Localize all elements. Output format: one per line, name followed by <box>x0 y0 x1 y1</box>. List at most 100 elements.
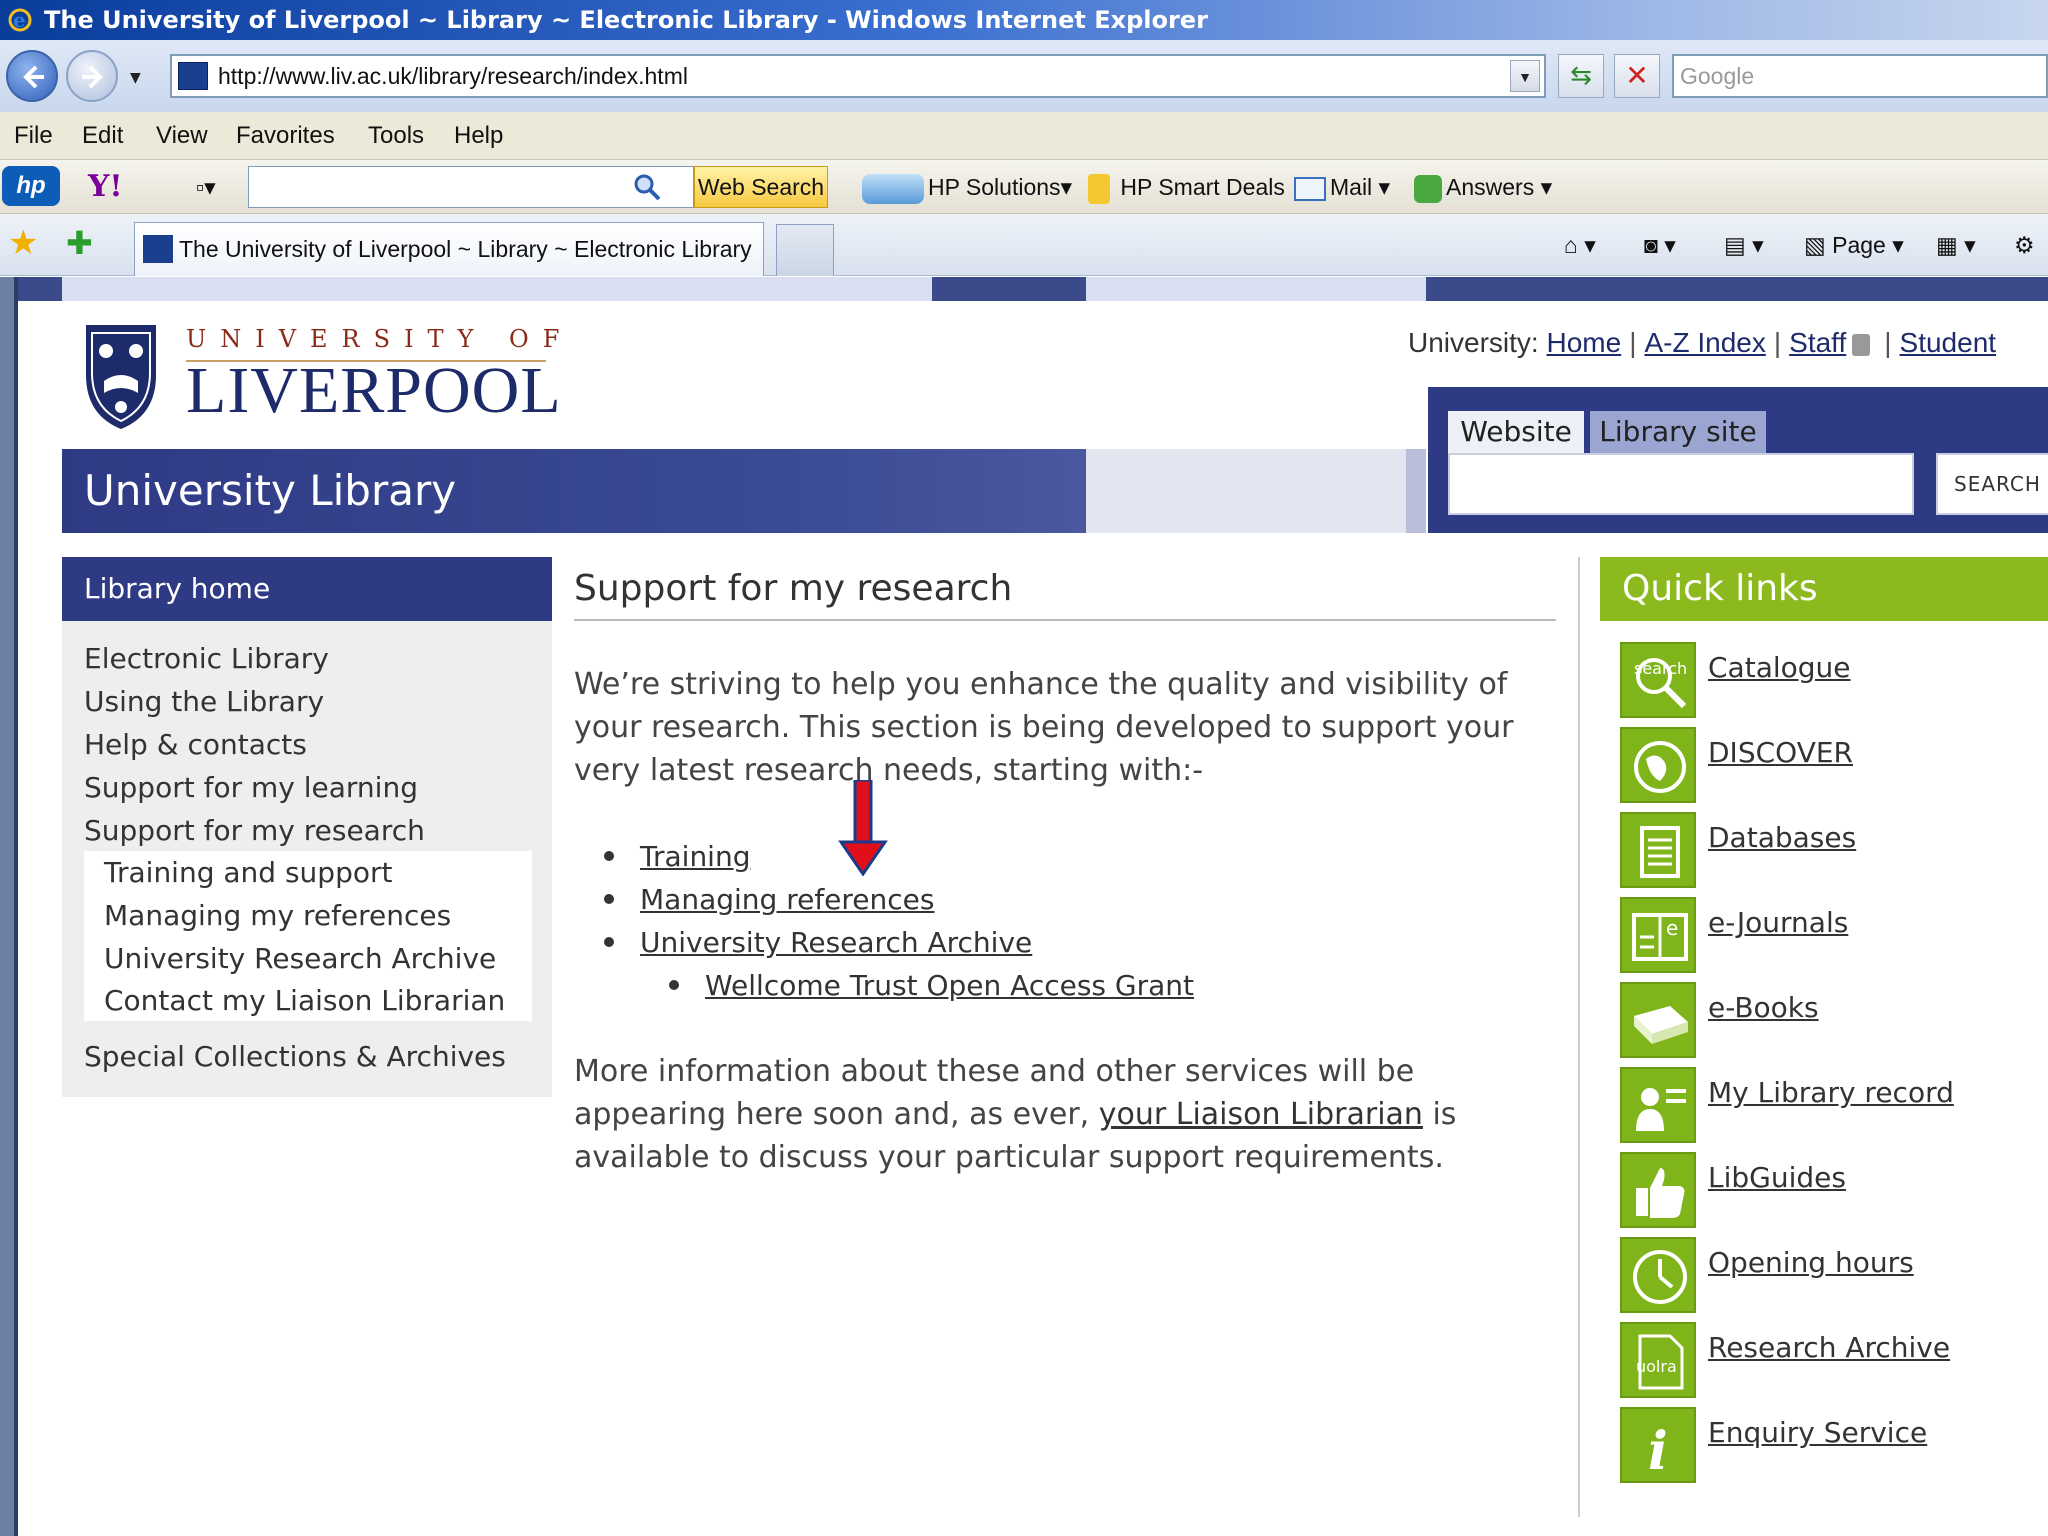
quick-link-e-journals[interactable]: e e-Journals <box>1620 897 2048 973</box>
person-icon <box>1620 1067 1696 1143</box>
hp-solutions-icon <box>862 173 924 204</box>
subnav-contact-liaison[interactable]: Contact my Liaison Librarian <box>104 981 505 1021</box>
nav-using-the-library[interactable]: Using the Library <box>84 682 324 722</box>
url-input[interactable]: http://www.liv.ac.uk/library/research/in… <box>170 54 1546 98</box>
home-icon: ⌂ <box>1564 232 1578 258</box>
quick-link-label[interactable]: Databases <box>1708 818 1856 858</box>
search-tab-website[interactable]: Website <box>1448 411 1584 453</box>
safety-command[interactable]: ▦ ▾ <box>1936 226 1976 264</box>
link-training[interactable]: Training <box>640 840 750 873</box>
subnav-research-archive[interactable]: University Research Archive <box>104 939 496 979</box>
link-staff[interactable]: Staff <box>1789 327 1846 358</box>
nav-support-learning[interactable]: Support for my learning <box>84 768 418 808</box>
nav-electronic-library[interactable]: Electronic Library <box>84 639 329 679</box>
add-favorite-icon[interactable]: ✚ <box>66 226 93 260</box>
home-command[interactable]: ⌂ ▾ <box>1564 226 1596 264</box>
site-search-button[interactable]: SEARCH <box>1936 453 2048 515</box>
quick-link-label[interactable]: e-Books <box>1708 988 1819 1028</box>
favorites-star-icon[interactable]: ★ <box>8 226 38 260</box>
intro-paragraph: We’re striving to help you enhance the q… <box>574 667 1514 788</box>
site-search-panel: Website Library site SEARCH <box>1428 387 2048 533</box>
clock-icon <box>1620 1237 1696 1313</box>
quick-link-label[interactable]: Enquiry Service <box>1708 1413 1927 1453</box>
nav-library-home[interactable]: Library home <box>62 557 552 621</box>
quick-link-label[interactable]: e-Journals <box>1708 903 1848 943</box>
quick-link-catalogue[interactable]: search Catalogue <box>1620 642 2048 718</box>
menu-view[interactable]: View <box>156 112 208 160</box>
quick-link-label[interactable]: LibGuides <box>1708 1158 1846 1198</box>
stop-button[interactable]: ✕ <box>1614 54 1660 98</box>
link-managing-references[interactable]: Managing references <box>640 883 934 916</box>
quick-link-my-library-record[interactable]: My Library record <box>1620 1067 2048 1143</box>
tools-command[interactable]: ⚙ <box>2014 226 2035 264</box>
search-tab-library-site[interactable]: Library site <box>1590 411 1766 453</box>
outro-paragraph: More information about these and other s… <box>574 1054 1457 1175</box>
feeds-command[interactable]: ◙ ▾ <box>1644 226 1676 264</box>
page-icon: ▧ <box>1804 232 1826 258</box>
link-wellcome-trust-grant[interactable]: Wellcome Trust Open Access Grant <box>705 969 1194 1002</box>
arrow-left-icon <box>23 65 44 89</box>
quick-link-opening-hours[interactable]: Opening hours <box>1620 1237 2048 1313</box>
forward-button[interactable] <box>66 50 118 102</box>
browser-tab-active[interactable]: The University of Liverpool ~ Library ~ … <box>134 222 764 276</box>
new-tab-button[interactable] <box>776 224 834 276</box>
hp-solutions-menu[interactable]: HP Solutions▾ <box>862 160 1072 214</box>
menu-edit[interactable]: Edit <box>82 112 123 160</box>
menu-tools[interactable]: Tools <box>368 112 424 160</box>
url-dropdown-icon[interactable]: ▼ <box>1510 60 1540 92</box>
info-icon: i <box>1620 1407 1696 1483</box>
banner-separator <box>1406 449 1426 533</box>
link-student[interactable]: Student <box>1900 327 1997 358</box>
quick-link-label[interactable]: Opening hours <box>1708 1243 1914 1283</box>
globe-icon <box>1620 727 1696 803</box>
list-item: Managing references <box>604 880 934 920</box>
answers-menu[interactable]: Answers ▾ <box>1414 160 1552 214</box>
back-button[interactable] <box>6 50 58 102</box>
banner-title: University Library <box>84 466 457 515</box>
site-favicon-icon <box>178 62 208 90</box>
yahoo-logo-icon[interactable]: Y! <box>88 166 152 208</box>
quick-link-label[interactable]: Catalogue <box>1708 648 1851 688</box>
nav-special-collections[interactable]: Special Collections & Archives <box>84 1037 506 1077</box>
printer-icon: ▤ <box>1724 232 1746 258</box>
site-search-input[interactable] <box>1448 453 1914 515</box>
safety-icon: ▦ <box>1936 232 1958 258</box>
link-home[interactable]: Home <box>1546 327 1621 358</box>
link-university-research-archive[interactable]: University Research Archive <box>640 926 1032 959</box>
quick-link-label[interactable]: My Library record <box>1708 1073 1954 1113</box>
recent-pages-dropdown-icon[interactable]: ▼ <box>130 70 141 86</box>
toolbar-options-icon[interactable]: ▫▾ <box>196 160 216 214</box>
search-icon: search <box>1620 642 1696 718</box>
quick-link-label[interactable]: DISCOVER <box>1708 733 1853 773</box>
link-liaison-librarian[interactable]: your Liaison Librarian <box>1099 1097 1423 1132</box>
quick-link-research-archive[interactable]: uolra Research Archive <box>1620 1322 2048 1398</box>
mail-menu[interactable]: Mail ▾ <box>1294 160 1390 214</box>
quick-link-libguides[interactable]: LibGuides <box>1620 1152 2048 1228</box>
quick-link-discover[interactable]: DISCOVER <box>1620 727 2048 803</box>
window-title: The University of Liverpool ~ Library ~ … <box>44 6 1208 34</box>
hp-logo-icon[interactable]: hp <box>2 166 60 206</box>
quick-link-databases[interactable]: Databases <box>1620 812 2048 888</box>
link-a-z-index[interactable]: A-Z Index <box>1644 327 1765 358</box>
window-titlebar: e The University of Liverpool ~ Library … <box>0 0 2048 40</box>
quick-link-label[interactable]: Research Archive <box>1708 1328 1950 1368</box>
print-command[interactable]: ▤ ▾ <box>1724 226 1764 264</box>
nav-help-contacts[interactable]: Help & contacts <box>84 725 307 765</box>
subnav-managing-references[interactable]: Managing my references <box>104 896 451 936</box>
menu-file[interactable]: File <box>14 112 53 160</box>
toolbar-search-input[interactable] <box>248 166 694 208</box>
nav-support-research[interactable]: Support for my research <box>84 811 425 851</box>
quick-link-enquiry-service[interactable]: i Enquiry Service <box>1620 1407 2048 1483</box>
menu-help[interactable]: Help <box>454 112 503 160</box>
subnav-training-support[interactable]: Training and support <box>104 853 392 893</box>
quick-link-e-books[interactable]: e-Books <box>1620 982 2048 1058</box>
magnifier-icon[interactable] <box>632 172 662 202</box>
web-search-button[interactable]: Web Search <box>694 166 828 208</box>
page-command[interactable]: ▧ Page ▾ <box>1804 226 1904 264</box>
browser-search-input[interactable]: Google <box>1672 54 2048 98</box>
menu-favorites[interactable]: Favorites <box>236 112 335 160</box>
page-top-strip <box>18 277 2048 301</box>
answers-icon <box>1414 174 1442 203</box>
hp-smart-deals-link[interactable]: HP Smart Deals <box>1088 160 1285 214</box>
refresh-button[interactable]: ⇆ <box>1558 54 1604 98</box>
